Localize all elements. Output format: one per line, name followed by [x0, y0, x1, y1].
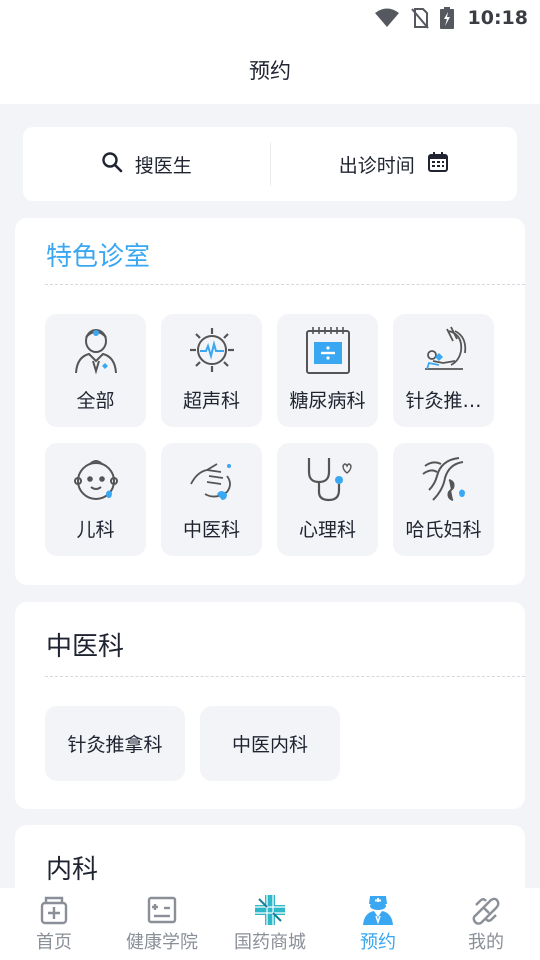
clinic-label: 全部: [76, 390, 115, 412]
dept-chip[interactable]: 中医内科: [200, 706, 340, 781]
clinic-label: 心理科: [298, 519, 356, 541]
tab-appointment[interactable]: 预约: [324, 888, 432, 960]
clinic-tile-diabetes[interactable]: 糖尿病科: [277, 314, 378, 427]
home-icon: [37, 894, 71, 926]
pulse-diagnosis-icon: [187, 453, 237, 505]
clinic-tile-all[interactable]: 全部: [45, 314, 146, 427]
status-bar: 10:18: [0, 0, 540, 36]
search-doctor-button[interactable]: 搜医生: [23, 127, 270, 201]
battery-charging-icon: [439, 7, 454, 29]
clinic-tile-pediatrics[interactable]: 儿科: [45, 443, 146, 556]
search-doctor-label: 搜医生: [134, 154, 192, 177]
pharmacy-mall-icon: [253, 894, 287, 926]
clinic-tile-ultrasound[interactable]: 超声科: [161, 314, 262, 427]
status-time: 10:18: [467, 7, 528, 29]
tab-health-academy[interactable]: 健康学院: [108, 888, 216, 960]
woman-icon: [419, 453, 469, 505]
tab-label: 首页: [36, 932, 72, 953]
search-card: 搜医生 出诊时间: [23, 127, 517, 201]
section-title: 中医科: [46, 632, 125, 662]
wifi-icon: [374, 8, 400, 28]
title-bar: 预约: [0, 36, 540, 104]
schedule-button[interactable]: 出诊时间: [271, 127, 518, 201]
search-icon: [101, 151, 123, 177]
featured-clinics-title: 特色诊室: [46, 242, 151, 272]
dashed-divider: [45, 676, 525, 677]
bottom-tab-bar: 首页 健康学院 国药商城 预约 我的: [0, 888, 540, 960]
tab-label: 国药商城: [234, 932, 306, 953]
tab-profile[interactable]: 我的: [432, 888, 540, 960]
clinic-label: 糖尿病科: [289, 390, 366, 412]
clinic-tile-gynecology[interactable]: 哈氏妇科: [393, 443, 494, 556]
page-title: 预约: [249, 59, 291, 83]
tab-pharmacy-mall[interactable]: 国药商城: [216, 888, 324, 960]
calendar-icon: [427, 151, 449, 177]
clinic-label: 超声科: [182, 390, 240, 412]
dashed-divider: [45, 284, 525, 285]
clinic-label: 中医科: [182, 519, 240, 541]
ultrasound-icon: [187, 324, 237, 376]
no-sim-icon: [410, 7, 430, 29]
diabetes-icon: [303, 324, 353, 376]
profile-icon: [469, 894, 503, 926]
tab-label: 健康学院: [126, 932, 198, 953]
clinic-label: 针灸推…: [405, 390, 482, 412]
tab-label: 预约: [360, 932, 396, 953]
doctor-icon: [71, 324, 121, 376]
clinic-tile-acupuncture[interactable]: 针灸推…: [393, 314, 494, 427]
stethoscope-icon: [303, 453, 353, 505]
tcm-section-card: 中医科 针灸推拿科 中医内科: [15, 602, 525, 809]
section-title: 内科: [46, 855, 99, 885]
acupuncture-icon: [419, 324, 469, 376]
schedule-label: 出诊时间: [338, 154, 415, 177]
featured-clinics-card: 特色诊室 全部 超声科 糖尿病科 针灸推… 儿科 中医科 心理科 哈氏妇科: [15, 218, 525, 585]
clinic-label: 哈氏妇科: [405, 519, 482, 541]
tab-home[interactable]: 首页: [0, 888, 108, 960]
appointment-icon: [361, 894, 395, 926]
clinic-tile-tcm[interactable]: 中医科: [161, 443, 262, 556]
clinic-tile-psychology[interactable]: 心理科: [277, 443, 378, 556]
dept-chip[interactable]: 针灸推拿科: [45, 706, 185, 781]
tab-label: 我的: [468, 932, 504, 953]
baby-icon: [71, 453, 121, 505]
health-academy-icon: [145, 894, 179, 926]
clinic-label: 儿科: [76, 519, 115, 541]
